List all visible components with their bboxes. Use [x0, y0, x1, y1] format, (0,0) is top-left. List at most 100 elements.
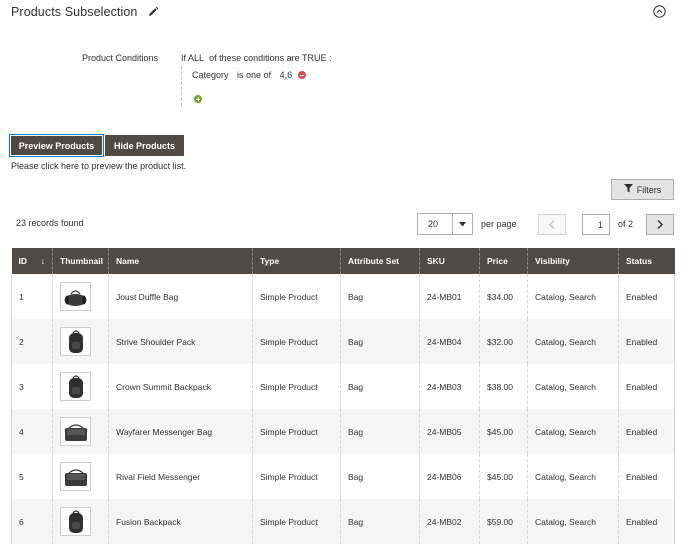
hide-products-button[interactable]: Hide Products — [105, 135, 184, 156]
records-count: 23 records found — [16, 218, 84, 228]
cell-price: $45.00 — [479, 454, 528, 499]
cell-name: Rival Field Messenger — [108, 454, 253, 499]
column-header-price[interactable]: Price — [479, 248, 528, 274]
cell-id: 1 — [11, 274, 53, 319]
cell-status: Enabled — [618, 319, 675, 364]
cell-id: 6 — [11, 499, 53, 544]
cell-sku: 24-MB01 — [419, 274, 480, 319]
column-header-type[interactable]: Type — [252, 248, 341, 274]
preview-hint-text[interactable]: Please click here to preview the product… — [11, 161, 186, 171]
cell-visibility: Catalog, Search — [527, 364, 619, 409]
rule-value[interactable]: 4,6 — [280, 70, 293, 80]
add-condition-icon[interactable] — [194, 95, 202, 103]
preview-products-button[interactable]: Preview Products — [10, 135, 103, 156]
cell-attribute-set: Bag — [340, 454, 420, 499]
cell-id: 2 — [11, 319, 53, 364]
product-thumbnail-image[interactable] — [60, 417, 91, 446]
per-page-value: 20 — [428, 219, 439, 229]
column-header-thumbnail: Thumbnail — [52, 248, 109, 274]
column-header-sku[interactable]: SKU — [419, 248, 480, 274]
cell-sku: 24-MB04 — [419, 319, 480, 364]
column-header-attribute-set[interactable]: Attribute Set — [340, 248, 420, 274]
rule-attribute: Category — [192, 70, 229, 80]
cell-attribute-set: Bag — [340, 499, 420, 544]
cell-status: Enabled — [618, 499, 675, 544]
remove-condition-icon[interactable] — [298, 71, 307, 79]
product-thumbnail-image[interactable] — [60, 462, 91, 491]
cell-type: Simple Product — [252, 499, 341, 544]
aggregator-select[interactable]: ALL — [188, 53, 204, 63]
per-page-label: per page — [481, 219, 517, 229]
column-header-status[interactable]: Status — [618, 248, 675, 274]
cell-attribute-set: Bag — [340, 274, 420, 319]
colon-text: : — [328, 53, 332, 63]
pencil-icon[interactable] — [147, 6, 159, 18]
cell-sku: 24-MB03 — [419, 364, 480, 409]
cell-status: Enabled — [618, 409, 675, 454]
column-header-visibility[interactable]: Visibility — [527, 248, 619, 274]
cell-visibility: Catalog, Search — [527, 274, 619, 319]
cell-thumbnail — [52, 499, 109, 544]
product-thumbnail-image[interactable] — [60, 282, 91, 311]
cell-visibility: Catalog, Search — [527, 499, 619, 544]
cell-thumbnail — [52, 409, 109, 454]
cell-visibility: Catalog, Search — [527, 454, 619, 499]
if-text: If — [181, 53, 187, 63]
condition-rule: Category is one of 4,6 — [192, 70, 307, 80]
cell-id: 5 — [11, 454, 53, 499]
cell-type: Simple Product — [252, 454, 341, 499]
caret-down-icon[interactable] — [452, 214, 472, 234]
collapse-icon[interactable] — [653, 5, 666, 18]
filter-icon — [623, 184, 633, 195]
rule-operator[interactable]: is one of — [237, 70, 271, 80]
table-row[interactable]: 6 Fusion Backpack Simple Product Bag 24-MB02… — [11, 499, 675, 544]
cell-sku: 24-MB06 — [419, 454, 480, 499]
cell-type: Simple Product — [252, 319, 341, 364]
cell-type: Simple Product — [252, 409, 341, 454]
cell-type: Simple Product — [252, 364, 341, 409]
sort-arrow-icon[interactable]: ↓ — [41, 256, 45, 266]
cell-name: Joust Duffle Bag — [108, 274, 253, 319]
chevron-left-icon — [549, 216, 555, 234]
previous-page-button[interactable] — [538, 214, 566, 235]
cell-status: Enabled — [618, 454, 675, 499]
grid-header-row: ID ↓ Thumbnail Name Type Attribute Set SK… — [11, 248, 675, 274]
conditions-tree-line — [181, 66, 183, 106]
cell-name: Fusion Backpack — [108, 499, 253, 544]
products-grid: ID ↓ Thumbnail Name Type Attribute Set SK… — [11, 248, 675, 544]
section-header: Products Subselection — [11, 4, 159, 20]
filters-button[interactable]: Filters — [611, 179, 674, 200]
cell-id: 3 — [11, 364, 53, 409]
table-row[interactable]: 4 Wayfarer Messenger Bag Simple Product Bag… — [11, 409, 675, 454]
product-thumbnail-image[interactable] — [60, 372, 91, 401]
value-select[interactable]: TRUE — [302, 53, 327, 63]
cell-attribute-set: Bag — [340, 409, 420, 454]
cell-attribute-set: Bag — [340, 364, 420, 409]
table-row[interactable]: 2 Strive Shoulder Pack Simple Product Bag 24… — [11, 319, 675, 364]
cell-visibility: Catalog, Search — [527, 319, 619, 364]
per-page-select[interactable]: 20 — [417, 213, 473, 235]
column-header-id[interactable]: ID ↓ — [11, 248, 53, 274]
cell-thumbnail — [52, 454, 109, 499]
current-page-input[interactable]: 1 — [582, 214, 610, 235]
cell-name: Crown Summit Backpack — [108, 364, 253, 409]
conditions-aggregator-line: If ALL of these conditions are TRUE : — [181, 53, 332, 63]
next-page-button[interactable] — [646, 214, 674, 235]
section-title: Products Subselection — [11, 5, 138, 19]
cell-name: Wayfarer Messenger Bag — [108, 409, 253, 454]
of-text: of these conditions are — [209, 53, 300, 63]
filters-label: Filters — [636, 184, 662, 195]
cell-price: $32.00 — [479, 319, 528, 364]
column-header-name[interactable]: Name — [108, 248, 253, 274]
product-thumbnail-image[interactable] — [60, 507, 91, 536]
cell-price: $59.00 — [479, 499, 528, 544]
cell-thumbnail — [52, 319, 109, 364]
table-row[interactable]: 3 Crown Summit Backpack Simple Product Bag 2… — [11, 364, 675, 409]
cell-sku: 24-MB02 — [419, 499, 480, 544]
cell-price: $45.00 — [479, 409, 528, 454]
product-thumbnail-image[interactable] — [60, 327, 91, 356]
cell-visibility: Catalog, Search — [527, 409, 619, 454]
table-row[interactable]: 1 Joust Duffle Bag Simple Product Bag 24-MB0… — [11, 274, 675, 319]
cell-attribute-set: Bag — [340, 319, 420, 364]
table-row[interactable]: 5 Rival Field Messenger Simple Product Bag 2… — [11, 454, 675, 499]
